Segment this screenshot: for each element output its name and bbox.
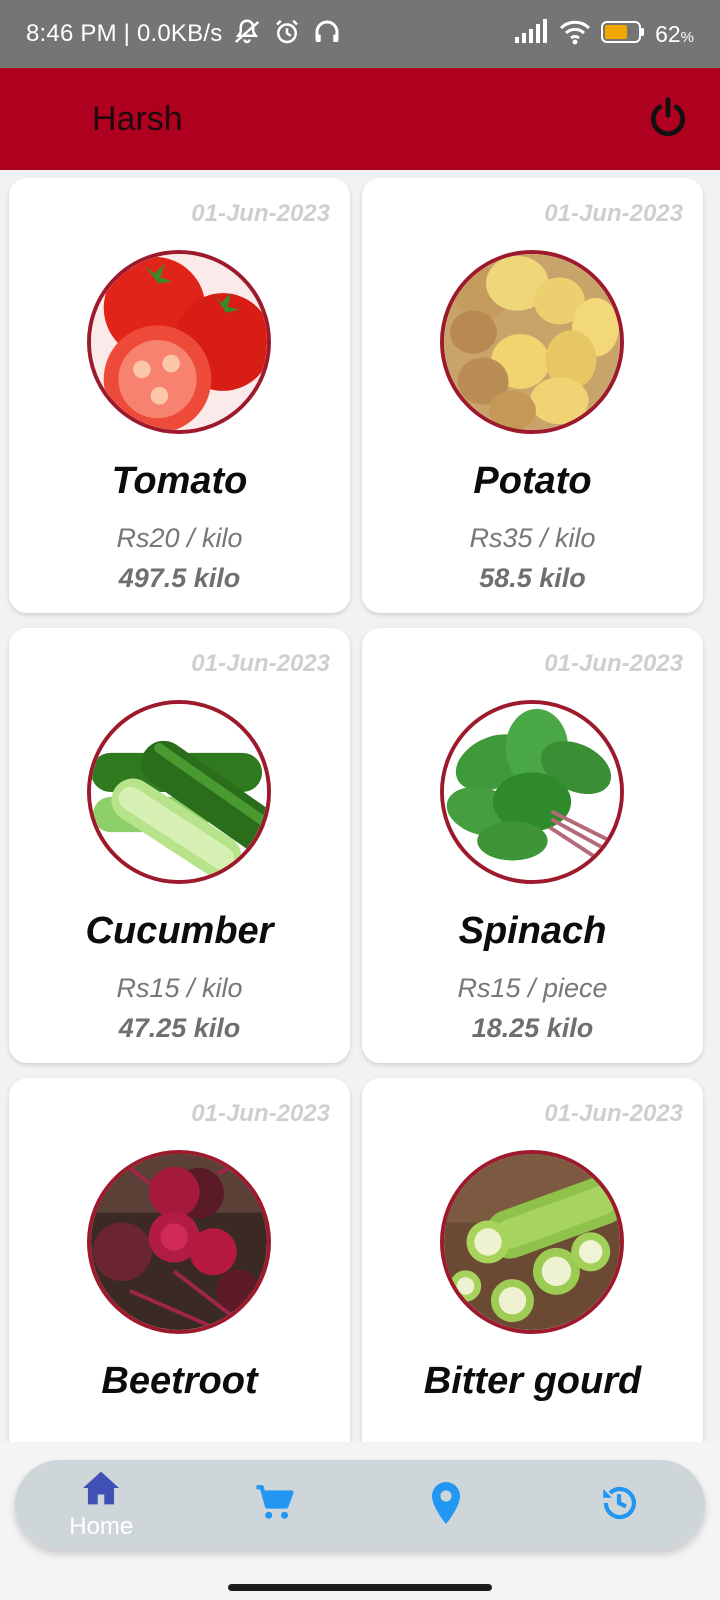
wifi-icon (559, 19, 591, 50)
bitter-gourd-image (440, 1150, 624, 1334)
app-title: Harsh (92, 99, 183, 138)
location-pin-icon (429, 1481, 463, 1529)
nav-cart[interactable] (214, 1460, 334, 1550)
card-price: Rs15 / piece (457, 973, 608, 1003)
notifications-muted-icon (232, 17, 262, 52)
card-date: 01-Jun-2023 (191, 650, 330, 677)
logout-button[interactable] (642, 93, 694, 145)
beetroot-image (87, 1150, 271, 1334)
status-bar: 8:46 PM | 0.0KB/s 62% (0, 0, 720, 68)
product-card-cucumber[interactable]: 01-Jun-2023 Cucumber Rs15 / kilo 47.25 k… (9, 628, 350, 1063)
card-price: Rs15 / kilo (116, 973, 243, 1003)
gesture-bar[interactable] (228, 1584, 492, 1591)
cart-icon (253, 1482, 295, 1529)
card-date: 01-Jun-2023 (544, 650, 683, 677)
power-icon (646, 95, 690, 144)
product-card-beetroot[interactable]: 01-Jun-2023 Beetroot (9, 1078, 350, 1442)
headphones-icon (312, 17, 342, 52)
nav-history[interactable] (559, 1460, 679, 1550)
spinach-image (440, 700, 624, 884)
card-name: Beetroot (101, 1360, 258, 1402)
card-date: 01-Jun-2023 (544, 200, 683, 227)
battery-percent: 62% (655, 21, 694, 48)
card-name: Tomato (111, 460, 248, 502)
card-date: 01-Jun-2023 (191, 200, 330, 227)
card-price: Rs20 / kilo (116, 523, 243, 553)
card-quantity: 47.25 kilo (118, 1013, 241, 1043)
cucumber-image (87, 700, 271, 884)
card-name: Bitter gourd (423, 1360, 642, 1402)
product-card-potato[interactable]: 01-Jun-2023 Potato Rs35 / kilo 58.5 kilo (362, 178, 703, 613)
status-right: 62% (515, 18, 694, 50)
battery-percent-sign: % (680, 28, 694, 46)
card-date: 01-Jun-2023 (191, 1100, 330, 1127)
app-bar: Harsh (0, 68, 720, 170)
product-card-spinach[interactable]: 01-Jun-2023 Spinach Rs15 / piece 18.25 k… (362, 628, 703, 1063)
product-grid: 01-Jun-2023 Tomato Rs20 / kilo 497.5 kil… (0, 170, 720, 1442)
product-card-bitter-gourd[interactable]: 01-Jun-2023 Bitter gourd (362, 1078, 703, 1442)
battery-icon (601, 20, 645, 49)
card-price: Rs35 / kilo (469, 523, 596, 553)
potato-image (440, 250, 624, 434)
nav-home[interactable]: Home (41, 1460, 161, 1550)
card-quantity: 18.25 kilo (471, 1013, 594, 1043)
status-left: 8:46 PM | 0.0KB/s (26, 17, 342, 52)
tomato-image (87, 250, 271, 434)
card-date: 01-Jun-2023 (544, 1100, 683, 1127)
nav-home-label: Home (69, 1512, 134, 1540)
alarm-icon (272, 17, 302, 52)
bottom-area: Home (0, 1442, 720, 1600)
product-card-tomato[interactable]: 01-Jun-2023 Tomato Rs20 / kilo 497.5 kil… (9, 178, 350, 613)
card-name: Cucumber (85, 910, 274, 952)
card-quantity: 497.5 kilo (118, 563, 241, 593)
card-name: Spinach (458, 910, 607, 952)
history-icon (598, 1482, 640, 1529)
card-name: Potato (473, 460, 592, 502)
battery-percent-value: 62 (655, 20, 681, 47)
nav-location[interactable] (386, 1460, 506, 1550)
bottom-nav: Home (15, 1460, 705, 1550)
status-time-speed: 8:46 PM | 0.0KB/s (26, 20, 223, 47)
signal-icon (515, 18, 549, 50)
home-icon (81, 1470, 121, 1511)
card-quantity: 58.5 kilo (479, 563, 586, 593)
